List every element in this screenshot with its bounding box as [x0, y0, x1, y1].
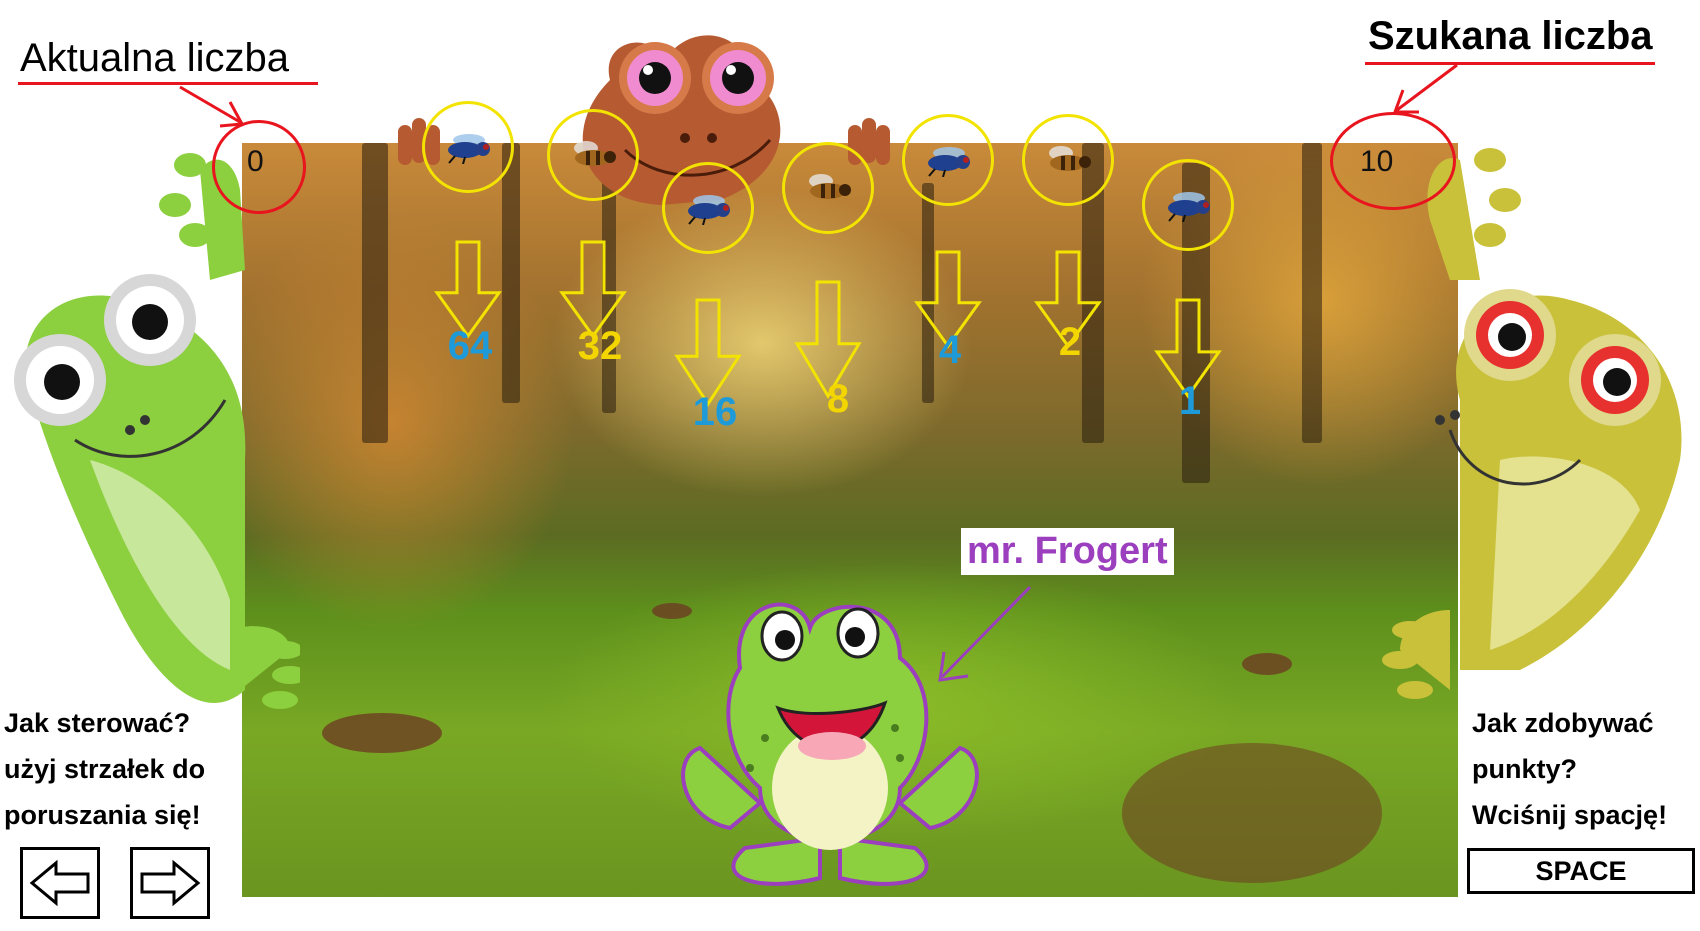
- scoring-help-line-1: Jak zdobywać: [1472, 708, 1654, 738]
- controls-help-line-2: użyj strzałek do: [4, 754, 206, 784]
- space-key[interactable]: SPACE: [1467, 848, 1695, 894]
- top-frog-image: [398, 35, 890, 205]
- name-pointer-arrow-icon: [938, 585, 1032, 682]
- current-underline: [18, 82, 318, 85]
- target-number-value: 10: [1360, 145, 1394, 178]
- player-name-tag: mr. Frogert: [961, 528, 1174, 575]
- left-frog-image: [14, 153, 300, 709]
- controls-help-line-1: Jak sterować?: [4, 708, 191, 738]
- controls-help-text: Jak sterować? użyj strzałek do poruszani…: [4, 700, 205, 838]
- right-arrow-icon: [140, 859, 201, 907]
- left-arrow-icon: [29, 859, 90, 907]
- current-number-label: Aktualna liczba: [20, 36, 290, 80]
- scoring-help-line-3: Wciśnij spację!: [1472, 800, 1668, 830]
- left-arrow-key[interactable]: [20, 847, 100, 919]
- right-frog-image: [1382, 148, 1682, 699]
- target-number-label: Szukana liczba: [1368, 14, 1653, 58]
- right-arrow-key[interactable]: [130, 847, 210, 919]
- current-number-value: 0: [247, 145, 264, 178]
- scoring-help-text: Jak zdobywać punkty? Wciśnij spację!: [1472, 700, 1667, 838]
- controls-help-line-3: poruszania się!: [4, 800, 201, 830]
- scoring-help-line-2: punkty?: [1472, 754, 1577, 784]
